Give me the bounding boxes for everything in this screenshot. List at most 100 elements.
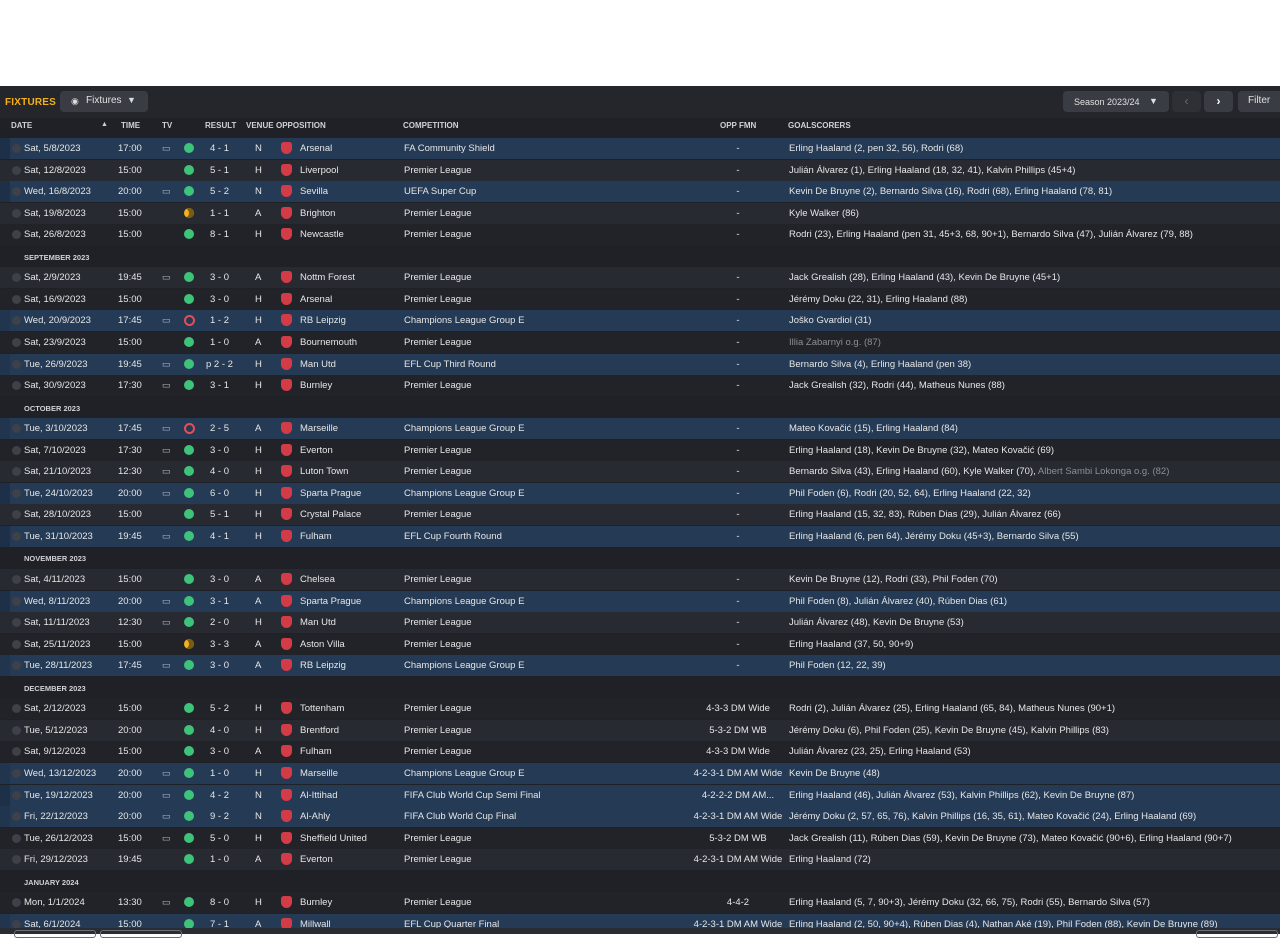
fixture-row[interactable]: Wed, 16/8/2023 20:00 ▭ 5 - 2 N Sevilla UEFA Su… <box>0 181 1280 202</box>
fixture-row[interactable]: Sat, 16/9/2023 15:00 3 - 0 H Arsenal Premier … <box>0 289 1280 310</box>
match-result[interactable]: 2 - 0 <box>210 617 229 628</box>
competition-name[interactable]: Champions League Group E <box>404 488 524 499</box>
competition-name[interactable]: Champions League Group E <box>404 315 524 326</box>
match-result[interactable]: 1 - 1 <box>210 208 229 219</box>
competition-name[interactable]: Premier League <box>404 639 472 650</box>
row-select-icon[interactable] <box>12 618 21 627</box>
match-result[interactable]: 3 - 1 <box>210 380 229 391</box>
row-select-icon[interactable] <box>12 532 21 541</box>
chevron-left-icon[interactable]: ‹ <box>1172 91 1201 112</box>
competition-name[interactable]: Premier League <box>404 703 472 714</box>
opposition-name[interactable]: Sevilla <box>300 186 328 197</box>
col-opp-fmn[interactable]: OPP FMN <box>720 121 756 130</box>
opposition-name[interactable]: Aston Villa <box>300 639 345 650</box>
match-result[interactable]: 1 - 0 <box>210 337 229 348</box>
fixture-row[interactable]: Sat, 12/8/2023 15:00 5 - 1 H Liverpool Premie… <box>0 160 1280 181</box>
opposition-name[interactable]: Arsenal <box>300 294 332 305</box>
row-select-icon[interactable] <box>12 575 21 584</box>
opposition-name[interactable]: Sparta Prague <box>300 596 361 607</box>
fixture-row[interactable]: Wed, 13/12/2023 20:00 ▭ 1 - 0 H Marseille Cham… <box>0 763 1280 784</box>
row-select-icon[interactable] <box>12 510 21 519</box>
row-select-icon[interactable] <box>12 187 21 196</box>
match-result[interactable]: 4 - 2 <box>210 790 229 801</box>
match-result[interactable]: 3 - 0 <box>210 746 229 757</box>
row-select-icon[interactable] <box>12 726 21 735</box>
row-select-icon[interactable] <box>12 424 21 433</box>
match-result[interactable]: 5 - 2 <box>210 703 229 714</box>
view-selector-button[interactable]: ◉ Fixtures ▼ <box>60 91 148 112</box>
match-result[interactable]: 9 - 2 <box>210 811 229 822</box>
col-competition[interactable]: COMPETITION <box>403 121 459 130</box>
competition-name[interactable]: Premier League <box>404 294 472 305</box>
col-goalscorers[interactable]: GOALSCORERS <box>788 121 851 130</box>
col-time[interactable]: TIME <box>121 121 140 130</box>
col-result[interactable]: RESULT <box>205 121 236 130</box>
row-select-icon[interactable] <box>12 769 21 778</box>
fixture-row[interactable]: Sat, 11/11/2023 12:30 ▭ 2 - 0 H Man Utd Premie… <box>0 612 1280 633</box>
opposition-name[interactable]: Al-Ahly <box>300 811 330 822</box>
competition-name[interactable]: Premier League <box>404 509 472 520</box>
match-result[interactable]: 4 - 0 <box>210 466 229 477</box>
match-result[interactable]: 4 - 0 <box>210 725 229 736</box>
fixture-row[interactable]: Fri, 22/12/2023 20:00 ▭ 9 - 2 N Al-Ahly FIFA C… <box>0 806 1280 827</box>
fixture-row[interactable]: Sat, 2/12/2023 15:00 5 - 2 H Tottenham Premie… <box>0 698 1280 719</box>
fixture-row[interactable]: Wed, 20/9/2023 17:45 ▭ 1 - 2 H RB Leipzig Cham… <box>0 310 1280 331</box>
col-venue[interactable]: VENUE <box>246 121 274 130</box>
match-result[interactable]: 2 - 5 <box>210 423 229 434</box>
fixture-row[interactable]: Sat, 25/11/2023 15:00 3 - 3 A Aston Villa Pre… <box>0 634 1280 655</box>
col-opposition[interactable]: OPPOSITION <box>276 121 326 130</box>
opposition-name[interactable]: Chelsea <box>300 574 335 585</box>
opposition-name[interactable]: Man Utd <box>300 359 336 370</box>
row-select-icon[interactable] <box>12 704 21 713</box>
opposition-name[interactable]: Marseille <box>300 423 338 434</box>
opposition-name[interactable]: Fulham <box>300 746 332 757</box>
competition-name[interactable]: Champions League Group E <box>404 423 524 434</box>
fixture-row[interactable]: Tue, 5/12/2023 20:00 4 - 0 H Brentford Premie… <box>0 720 1280 741</box>
fixture-row[interactable]: Sat, 21/10/2023 12:30 ▭ 4 - 0 H Luton Town Pre… <box>0 461 1280 482</box>
opposition-name[interactable]: Burnley <box>300 897 332 908</box>
match-result[interactable]: 5 - 2 <box>210 186 229 197</box>
competition-name[interactable]: Premier League <box>404 466 472 477</box>
competition-name[interactable]: EFL Cup Third Round <box>404 359 496 370</box>
competition-name[interactable]: FA Community Shield <box>404 143 495 154</box>
fixture-row[interactable]: Sat, 19/8/2023 15:00 1 - 1 A Brighton Premier… <box>0 203 1280 224</box>
opposition-name[interactable]: Brentford <box>300 725 339 736</box>
fixture-row[interactable]: Sat, 28/10/2023 15:00 5 - 1 H Crystal Palace… <box>0 504 1280 525</box>
row-select-icon[interactable] <box>12 381 21 390</box>
competition-name[interactable]: Premier League <box>404 617 472 628</box>
opposition-name[interactable]: Sparta Prague <box>300 488 361 499</box>
fixture-row[interactable]: Tue, 24/10/2023 20:00 ▭ 6 - 0 H Sparta Prague… <box>0 483 1280 504</box>
competition-name[interactable]: Premier League <box>404 746 472 757</box>
competition-name[interactable]: Champions League Group E <box>404 768 524 779</box>
opposition-name[interactable]: Marseille <box>300 768 338 779</box>
fixture-row[interactable]: Tue, 26/9/2023 19:45 ▭ p 2 - 2 H Man Utd EFL C… <box>0 354 1280 375</box>
competition-name[interactable]: Premier League <box>404 337 472 348</box>
match-result[interactable]: 3 - 1 <box>210 596 229 607</box>
bottom-tab-3[interactable] <box>1196 930 1278 938</box>
season-selector[interactable]: Season 2023/24 ▼ <box>1063 91 1169 112</box>
competition-name[interactable]: Premier League <box>404 854 472 865</box>
fixture-row[interactable]: Wed, 8/11/2023 20:00 ▭ 3 - 1 A Sparta Prague C… <box>0 591 1280 612</box>
competition-name[interactable]: Premier League <box>404 380 472 391</box>
competition-name[interactable]: Premier League <box>404 229 472 240</box>
opposition-name[interactable]: Newcastle <box>300 229 344 240</box>
match-result[interactable]: p 2 - 2 <box>206 359 233 370</box>
opposition-name[interactable]: Liverpool <box>300 165 339 176</box>
fixture-row[interactable]: Tue, 31/10/2023 19:45 ▭ 4 - 1 H Fulham EFL Cup… <box>0 526 1280 547</box>
competition-name[interactable]: Premier League <box>404 725 472 736</box>
match-result[interactable]: 8 - 1 <box>210 229 229 240</box>
row-select-icon[interactable] <box>12 166 21 175</box>
fixture-row[interactable]: Tue, 26/12/2023 15:00 ▭ 5 - 0 H Sheffield Uni… <box>0 828 1280 849</box>
row-select-icon[interactable] <box>12 898 21 907</box>
match-result[interactable]: 3 - 0 <box>210 445 229 456</box>
opposition-name[interactable]: Everton <box>300 445 333 456</box>
row-select-icon[interactable] <box>12 209 21 218</box>
fixture-row[interactable]: Tue, 28/11/2023 17:45 ▭ 3 - 0 A RB Leipzig Cha… <box>0 655 1280 676</box>
competition-name[interactable]: Premier League <box>404 272 472 283</box>
match-result[interactable]: 5 - 1 <box>210 165 229 176</box>
match-result[interactable]: 3 - 0 <box>210 660 229 671</box>
competition-name[interactable]: FIFA Club World Cup Final <box>404 811 516 822</box>
opposition-name[interactable]: Arsenal <box>300 143 332 154</box>
match-result[interactable]: 3 - 0 <box>210 574 229 585</box>
opposition-name[interactable]: Nottm Forest <box>300 272 355 283</box>
